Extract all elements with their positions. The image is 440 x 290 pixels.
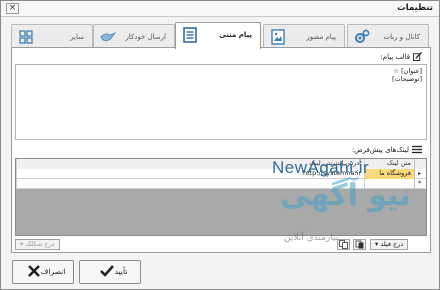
cross-icon (27, 265, 40, 277)
grid-header: متن لینک آدرس اینترنتی لینک (16, 159, 426, 169)
tab-image-message[interactable]: پیام مصور (263, 24, 345, 48)
grid-icon (19, 30, 33, 44)
column-header-link-address[interactable]: آدرس اینترنتی لینک (16, 159, 364, 169)
link-text-cell[interactable]: فروشگاه ما (364, 169, 414, 179)
new-row[interactable]: * (16, 179, 426, 189)
tab-text-message[interactable]: پیام متنی (175, 22, 261, 49)
insert-emoji-button[interactable]: درج شکلک ▾ (15, 239, 60, 250)
settings-window: × تنظیمات کانال و ربات پیام مصور پیام مت… (0, 0, 440, 290)
copy-button[interactable] (337, 239, 350, 250)
table-row[interactable]: ▸ فروشگاه ما http://systemha.ir (16, 169, 426, 179)
bird-icon (100, 32, 117, 41)
dropdown-arrow-icon: ▾ (20, 240, 24, 248)
title-bar: × تنظیمات (1, 1, 439, 17)
tab-label: پیام متنی (219, 31, 252, 39)
header-indicator-cell (414, 159, 426, 169)
default-links-label: لینک‌های پیش‌فرض: (352, 145, 422, 154)
document-icon (183, 27, 197, 43)
tab-label: پیام مصور (306, 33, 336, 41)
edit-icon (413, 52, 422, 61)
column-header-link-text[interactable]: متن لینک (364, 159, 414, 169)
tab-other[interactable]: سایر (11, 24, 93, 48)
close-icon: × (8, 3, 17, 13)
new-row-indicator: * (414, 179, 426, 189)
dropdown-arrow-icon: ▾ (375, 240, 379, 248)
gear-icon (355, 29, 370, 43)
tab-auto-send[interactable]: ارسال خودکار (93, 24, 175, 48)
close-button[interactable]: × (6, 3, 19, 14)
row-indicator: ▸ (414, 169, 426, 179)
tab-channel-bot[interactable]: کانال و ربات (347, 24, 429, 48)
link-address-cell[interactable]: http://systemha.ir (16, 169, 364, 179)
new-link-text-cell[interactable] (364, 179, 414, 189)
tab-strip: کانال و ربات پیام مصور پیام متنی ارسال خ… (11, 22, 431, 49)
tab-label: ارسال خودکار (125, 33, 166, 41)
image-icon (271, 29, 285, 45)
tab-label: سایر (70, 33, 84, 41)
ok-button[interactable]: تأیید (79, 260, 141, 284)
list-icon (412, 145, 422, 154)
cancel-button[interactable]: انصراف (12, 260, 74, 284)
check-icon (99, 265, 114, 277)
template-label: قالب پیام: (380, 52, 422, 61)
text-message-panel: قالب پیام: [عنوان] ☆ [توضیحات] لینک‌های … (11, 47, 431, 253)
template-content: [عنوان] ☆ [توضیحات] (391, 67, 422, 83)
copy-icon (339, 240, 348, 249)
window-title: تنظیمات (397, 3, 433, 13)
template-textarea[interactable]: [عنوان] ☆ [توضیحات] (15, 64, 427, 140)
links-grid[interactable]: متن لینک آدرس اینترنتی لینک ▸ فروشگاه ما… (15, 158, 427, 236)
new-link-address-cell[interactable] (16, 179, 364, 189)
paste-icon (355, 240, 364, 249)
paste-button[interactable] (353, 239, 366, 250)
tab-label: کانال و ربات (383, 33, 420, 41)
insert-field-button[interactable]: درج فیلد ▾ (370, 239, 409, 250)
